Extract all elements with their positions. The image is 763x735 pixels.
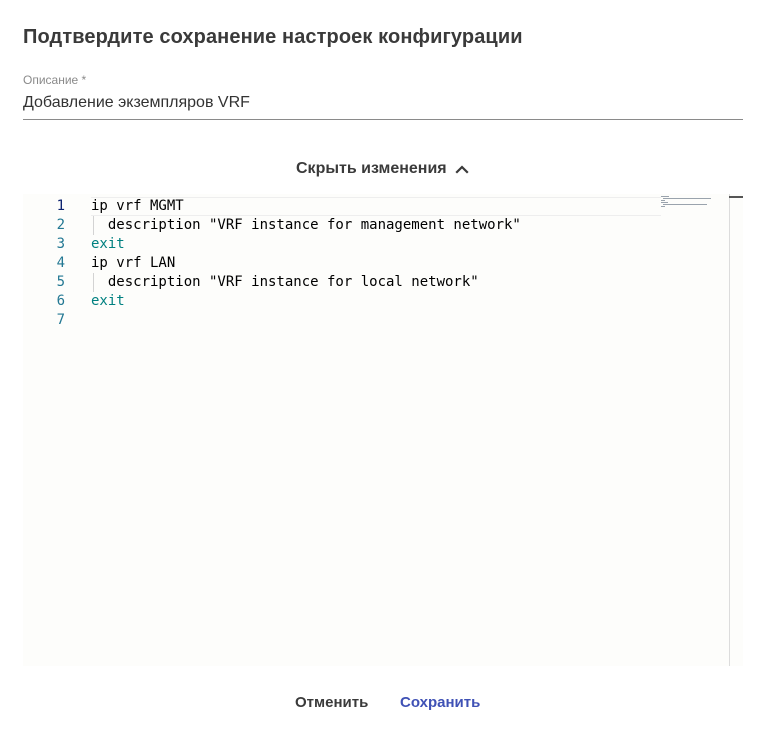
code-line: ip vrf LAN — [91, 255, 176, 271]
code-area[interactable]: ip vrf MGMT description "VRF instance fo… — [91, 194, 661, 666]
line-number-gutter: 1 2 3 4 5 6 7 — [23, 194, 89, 666]
line-number: 3 — [56, 236, 65, 252]
code-line: description "VRF instance for management… — [91, 217, 521, 233]
chevron-up-icon — [455, 162, 469, 176]
line-number: 1 — [56, 198, 65, 214]
dialog-title: Подтвердите сохранение настроек конфигур… — [23, 26, 523, 48]
minimap-line — [663, 198, 711, 199]
code-line: description "VRF instance for local netw… — [91, 274, 479, 290]
description-label: Описание * — [23, 73, 87, 87]
editor-scrollbar[interactable] — [729, 194, 730, 666]
description-field[interactable]: Описание * — [23, 73, 743, 120]
code-line: exit — [91, 236, 125, 252]
hide-changes-toggle[interactable]: Скрыть изменения — [296, 158, 469, 180]
minimap-line — [661, 196, 669, 197]
scrollbar-thumb[interactable] — [729, 196, 743, 198]
code-editor[interactable]: 1 2 3 4 5 6 7 ip vrf MGMT description "V… — [23, 194, 743, 666]
minimap-line — [661, 202, 668, 203]
line-number: 5 — [56, 274, 65, 290]
editor-minimap[interactable] — [661, 196, 715, 208]
line-number: 7 — [56, 312, 65, 328]
line-number: 6 — [56, 293, 65, 309]
confirm-save-dialog: Подтвердите сохранение настроек конфигур… — [0, 0, 763, 735]
description-input[interactable] — [23, 91, 743, 115]
hide-changes-label: Скрыть изменения — [296, 160, 447, 177]
save-button[interactable]: Сохранить — [400, 690, 480, 716]
cancel-button[interactable]: Отменить — [295, 690, 368, 716]
minimap-line — [661, 206, 665, 207]
line-number: 2 — [56, 217, 65, 233]
code-line: exit — [91, 293, 125, 309]
line-number: 4 — [56, 255, 65, 271]
minimap-line — [663, 204, 707, 205]
code-line: ip vrf MGMT — [91, 198, 184, 214]
minimap-line — [661, 200, 665, 201]
